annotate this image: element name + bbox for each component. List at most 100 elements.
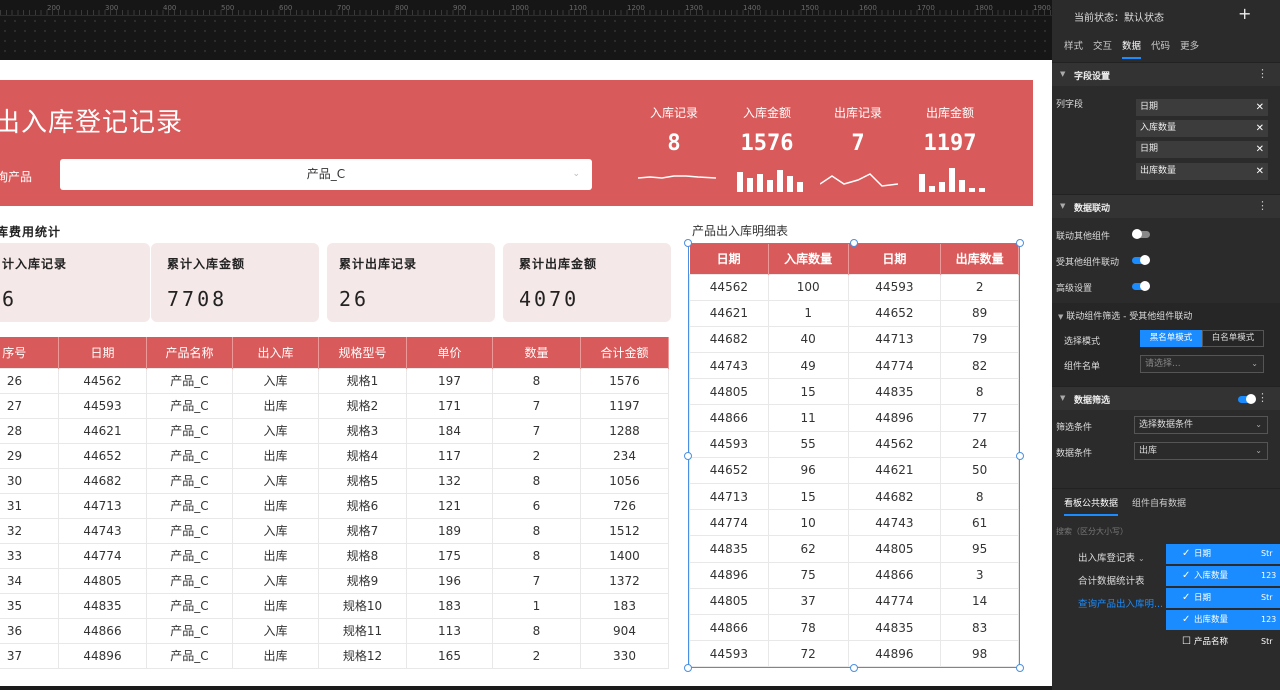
column-field-tag: 入库数量 ✕ [1136,120,1268,137]
field-item[interactable]: ✓ 出库数量 123 [1166,610,1280,630]
check-icon: ✓ [1182,548,1191,559]
table-row: 44593 72 44896 98 [689,640,1019,668]
field-item[interactable]: ☐ 产品名称 Str [1166,632,1280,652]
stat-card: 累计出库金额 4070 [503,243,671,322]
detail-table-selected[interactable]: 日期 入库数量 日期 出库数量 44562 100 44593 2 44621 1 44652 89… [688,243,1020,668]
search-hint[interactable]: 搜索（区分大小写） [1056,526,1128,537]
close-icon[interactable]: ✕ [1256,99,1264,116]
ruler-label: 1300 [685,4,703,12]
data-filter-header[interactable]: ▼ 数据筛选 ⋮ [1052,386,1280,410]
resize-handle[interactable] [1016,664,1024,672]
resize-handle[interactable] [850,239,858,247]
resize-handle[interactable] [684,452,692,460]
close-icon[interactable]: ✕ [1256,163,1264,180]
column-header[interactable]: 日期 [848,244,942,274]
ruler-label: 1500 [801,4,819,12]
tree-item[interactable]: 合计数据统计表 [1078,573,1145,587]
tab-own-data[interactable]: 组件自有数据 [1132,496,1186,516]
table-row: 44593 55 44562 24 [689,430,1019,458]
component-names-label: 组件名单 [1064,362,1101,372]
kpi-in-records: 入库记录 8 [649,106,698,156]
tab-style[interactable]: 样式 [1064,38,1083,59]
sparkline-out-records [820,173,898,187]
stat-card: 累计入库金额 7708 [151,243,319,322]
table-row: 44896 75 44866 3 [689,561,1019,589]
check-icon: ✓ [1182,592,1191,603]
table-row: 32 44743 产品_C 入库 规格7 189 8 1512 [0,517,669,544]
canvas-ruler: 200 300 400 500 600 700 800 900 1000 1100 1200 1300… [0,0,1052,60]
component-names-select[interactable]: 请选择... ⌄ [1140,355,1264,373]
table-row: 26 44562 产品_C 入库 规格1 197 8 1576 [0,367,669,394]
table-row: 44682 40 44713 79 [689,325,1019,354]
field-settings-header[interactable]: ▼ 字段设置 ⋮ [1052,62,1280,86]
link-other-toggle[interactable] [1132,229,1150,239]
column-field-tag: 日期 ✕ [1136,141,1268,158]
column-header[interactable]: 产品名称 [146,337,233,368]
more-icon[interactable]: ⋮ [1257,391,1268,404]
field-item[interactable]: ✓ 日期 Str [1166,544,1280,564]
field-item[interactable]: ✓ 日期 Str [1166,588,1280,608]
column-header[interactable]: 日期 [58,337,147,368]
ruler-label: 600 [279,4,293,12]
close-icon[interactable]: ✕ [1256,120,1264,137]
tree-item[interactable]: 出入库登记表 ⌄ [1078,550,1145,564]
header-banner: 出入库登记记录 询产品 产品_C ⌄ 入库记录 8 入库金额 1576 出库记录 7 … [0,80,1033,206]
chevron-down-icon: ⌄ [1251,359,1258,368]
column-header[interactable]: 日期 [689,244,769,274]
table-row: 30 44682 产品_C 入库 规格5 132 8 1056 [0,467,669,494]
data-condition-select[interactable]: 出库 ⌄ [1134,442,1268,460]
table-row: 29 44652 产品_C 出库 规格4 117 2 234 [0,442,669,469]
column-header[interactable]: 规格型号 [318,337,407,368]
resize-handle[interactable] [1016,239,1024,247]
tree-item-active[interactable]: 查询产品出入库明... [1078,596,1163,610]
blacklist-mode-button[interactable]: 黑名单模式 [1140,330,1202,347]
product-select[interactable]: 产品_C ⌄ [60,159,592,190]
tab-interaction[interactable]: 交互 [1093,38,1112,59]
more-icon[interactable]: ⋮ [1257,67,1268,80]
ruler-label: 1000 [511,4,529,12]
data-link-header[interactable]: ▼ 数据联动 ⋮ [1052,194,1280,218]
column-header[interactable]: 数量 [492,337,581,368]
ruler-label: 400 [163,4,177,12]
tab-more[interactable]: 更多 [1180,38,1199,59]
resize-handle[interactable] [684,239,692,247]
add-state-icon[interactable]: + [1238,4,1251,23]
column-header[interactable]: 合计金额 [580,337,669,368]
more-icon[interactable]: ⋮ [1257,199,1268,212]
sparkline-in-records [638,175,716,179]
kpi-in-amount: 入库金额 1576 [740,106,794,156]
whitelist-mode-button[interactable]: 白名单模式 [1202,330,1264,347]
query-product-label: 询产品 [0,170,33,184]
data-filter-toggle[interactable] [1238,394,1256,404]
table-row: 28 44621 产品_C 入库 规格3 184 7 1288 [0,417,669,444]
detail-table: 日期 入库数量 日期 出库数量 44562 100 44593 2 44621 1 44652 89… [689,244,1019,668]
tab-code[interactable]: 代码 [1151,38,1170,59]
linked-by-other-toggle[interactable] [1132,255,1150,265]
filter-subsection[interactable]: ▼ 联动组件筛选 - 受其他组件联动 [1058,309,1192,322]
tab-data[interactable]: 数据 [1122,38,1142,59]
close-icon[interactable]: ✕ [1256,141,1264,158]
column-header[interactable]: 序号 [0,337,59,368]
stats-section-title: 库费用统计 [0,225,62,239]
resize-handle[interactable] [1016,452,1024,460]
filter-condition-select[interactable]: 选择数据条件 ⌄ [1134,416,1268,434]
column-header[interactable]: 入库数量 [768,244,849,274]
table-row: 44805 15 44835 8 [689,378,1019,406]
table-row: 44621 1 44652 89 [689,299,1019,327]
ruler-label: 800 [395,4,409,12]
resize-handle[interactable] [684,664,692,672]
ruler-label: 500 [221,4,235,12]
field-item[interactable]: ✓ 入库数量 123 [1166,566,1280,586]
table-row: 31 44713 产品_C 出库 规格6 121 6 726 [0,492,669,519]
resize-handle[interactable] [850,664,858,672]
ruler-label: 1400 [743,4,761,12]
advanced-toggle[interactable] [1132,281,1150,291]
caret-down-icon: ▼ [1060,394,1066,402]
column-header[interactable]: 出库数量 [940,244,1019,274]
chevron-down-icon: ⌄ [1255,420,1262,429]
column-header[interactable]: 出入库 [232,337,319,368]
tab-public-data[interactable]: 看板公共数据 [1064,496,1119,516]
check-icon: ✓ [1182,570,1191,581]
column-header[interactable]: 单价 [406,337,493,368]
data-condition-label: 数据条件 [1056,449,1093,459]
